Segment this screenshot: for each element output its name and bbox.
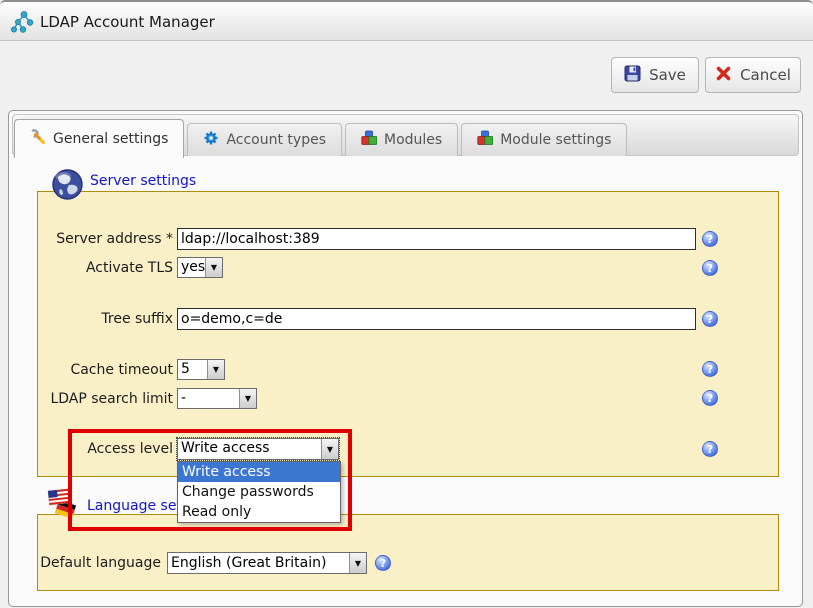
activate-tls-label: Activate TLS (25, 257, 173, 279)
chevron-down-icon: ▼ (239, 389, 256, 408)
help-icon[interactable]: ? (702, 311, 718, 327)
access-level-dropdown-list: Write access Change passwords Read only (177, 461, 341, 523)
tab-strip: General settings Account types (14, 111, 627, 158)
chevron-down-icon: ▼ (349, 553, 366, 573)
save-button[interactable]: Save (611, 57, 699, 93)
server-address-input[interactable] (177, 228, 696, 250)
tab-account-types[interactable]: Account types (187, 123, 342, 156)
modules-cubes-icon (477, 130, 493, 150)
save-button-label: Save (649, 66, 686, 84)
tab-modules[interactable]: Modules (345, 123, 458, 156)
help-icon[interactable]: ? (702, 390, 718, 406)
lam-tree-logo-icon (10, 10, 36, 38)
gear-icon (203, 130, 219, 150)
flags-icon (47, 488, 81, 526)
cache-timeout-value: 5 (178, 360, 207, 379)
help-icon[interactable]: ? (375, 555, 391, 571)
ldap-search-limit-label: LDAP search limit (25, 388, 173, 410)
save-floppy-icon (624, 65, 641, 86)
cache-timeout-label: Cache timeout (25, 359, 173, 381)
ldap-search-limit-select[interactable]: - ▼ (177, 388, 257, 409)
server-settings-legend: Server settings (90, 173, 196, 189)
help-icon[interactable]: ? (702, 361, 718, 377)
app-title: LDAP Account Manager (40, 2, 215, 43)
chevron-down-icon: ▼ (321, 439, 338, 459)
ldap-search-limit-value: - (178, 389, 239, 408)
access-level-value: Write access (178, 439, 321, 459)
tab-module-settings[interactable]: Module settings (461, 123, 627, 156)
help-icon[interactable]: ? (702, 260, 718, 276)
dropdown-option-change-passwords[interactable]: Change passwords (178, 482, 340, 502)
dropdown-option-write-access[interactable]: Write access (178, 462, 340, 482)
tab-general-settings-label: General settings (53, 131, 168, 147)
dropdown-option-read-only[interactable]: Read only (178, 502, 340, 522)
tab-general-settings[interactable]: General settings (14, 119, 184, 158)
cancel-button[interactable]: Cancel (705, 57, 801, 93)
globe-icon (51, 168, 84, 205)
tab-module-settings-label: Module settings (500, 132, 611, 148)
chevron-down-icon: ▼ (205, 258, 222, 277)
window-title-bar: LDAP Account Manager (0, 0, 813, 41)
modules-cubes-icon (361, 130, 377, 150)
activate-tls-value: yes (178, 258, 205, 277)
wrench-icon (30, 129, 46, 149)
cache-timeout-select[interactable]: 5 ▼ (177, 359, 225, 380)
settings-panel: General settings Account types (8, 110, 803, 607)
help-icon[interactable]: ? (702, 441, 718, 457)
access-level-label: Access level (25, 438, 173, 460)
tree-suffix-label: Tree suffix (25, 308, 173, 330)
access-level-select[interactable]: Write access ▼ (177, 438, 339, 460)
chevron-down-icon: ▼ (207, 360, 224, 379)
default-language-select[interactable]: English (Great Britain) ▼ (167, 552, 367, 574)
activate-tls-select[interactable]: yes ▼ (177, 257, 223, 278)
cancel-x-icon (715, 65, 732, 86)
tab-modules-label: Modules (384, 132, 442, 148)
server-address-label: Server address * (25, 228, 173, 250)
default-language-value: English (Great Britain) (168, 553, 349, 573)
tab-account-types-label: Account types (226, 132, 326, 148)
tree-suffix-input[interactable] (177, 308, 696, 330)
default-language-label: Default language (13, 552, 161, 574)
cancel-button-label: Cancel (740, 66, 791, 84)
help-icon[interactable]: ? (702, 231, 718, 247)
